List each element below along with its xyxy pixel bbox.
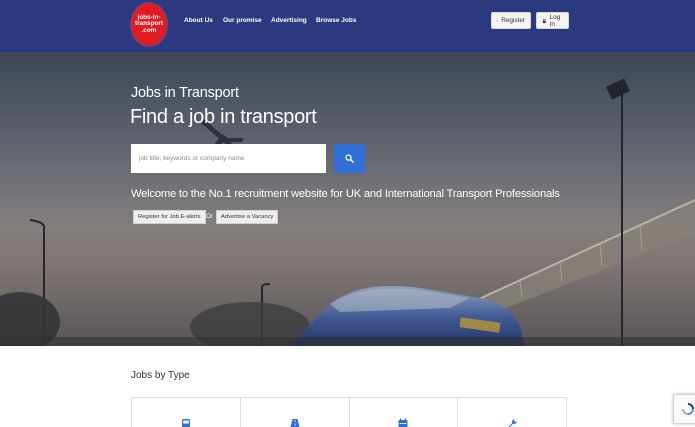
login-button[interactable]: Log In: [536, 12, 569, 29]
recaptcha-icon: [682, 403, 694, 415]
nav-about-us[interactable]: About Us: [184, 17, 213, 24]
recaptcha-badge[interactable]: [673, 394, 695, 424]
nav-browse-jobs[interactable]: Browse Jobs: [316, 17, 356, 24]
register-job-alerts-button[interactable]: Register for Job E-alerts: [133, 210, 206, 224]
site-logo[interactable]: jobs-in- transport .com: [131, 3, 167, 46]
login-label: Log In: [549, 13, 561, 28]
job-type-grid: [131, 397, 567, 427]
hero-title: Find a job in transport: [130, 106, 317, 128]
road-icon: [290, 419, 300, 427]
job-type-card-calendar[interactable]: [350, 398, 459, 427]
welcome-message: Welcome to the No.1 recruitment website …: [131, 188, 560, 200]
register-label: Register: [501, 17, 525, 24]
logo-line-3: .com: [141, 26, 157, 34]
advertise-vacancy-button[interactable]: Advertise a Vacancy: [216, 210, 279, 224]
nav-our-promise[interactable]: Our promise: [223, 17, 262, 24]
bus-icon: [181, 419, 190, 427]
job-search-input[interactable]: [131, 144, 326, 173]
nav-advertising[interactable]: Advertising: [271, 17, 307, 24]
job-type-card-wrench[interactable]: [458, 398, 566, 427]
or-label: Or: [206, 213, 214, 220]
lock-icon: [542, 18, 546, 23]
search-icon: [345, 154, 354, 163]
job-type-card-road[interactable]: [241, 398, 350, 427]
calendar-icon: [398, 418, 408, 427]
user-icon: [497, 19, 499, 22]
search-button[interactable]: [334, 144, 365, 173]
site-header: jobs-in- transport .com About Us Our pro…: [0, 0, 695, 52]
job-type-card-bus[interactable]: [132, 398, 241, 427]
register-button[interactable]: Register: [491, 12, 531, 29]
hero-subtitle: Jobs in Transport: [131, 85, 239, 101]
wrench-icon: [508, 419, 518, 427]
jobs-by-type-heading: Jobs by Type: [131, 370, 190, 381]
